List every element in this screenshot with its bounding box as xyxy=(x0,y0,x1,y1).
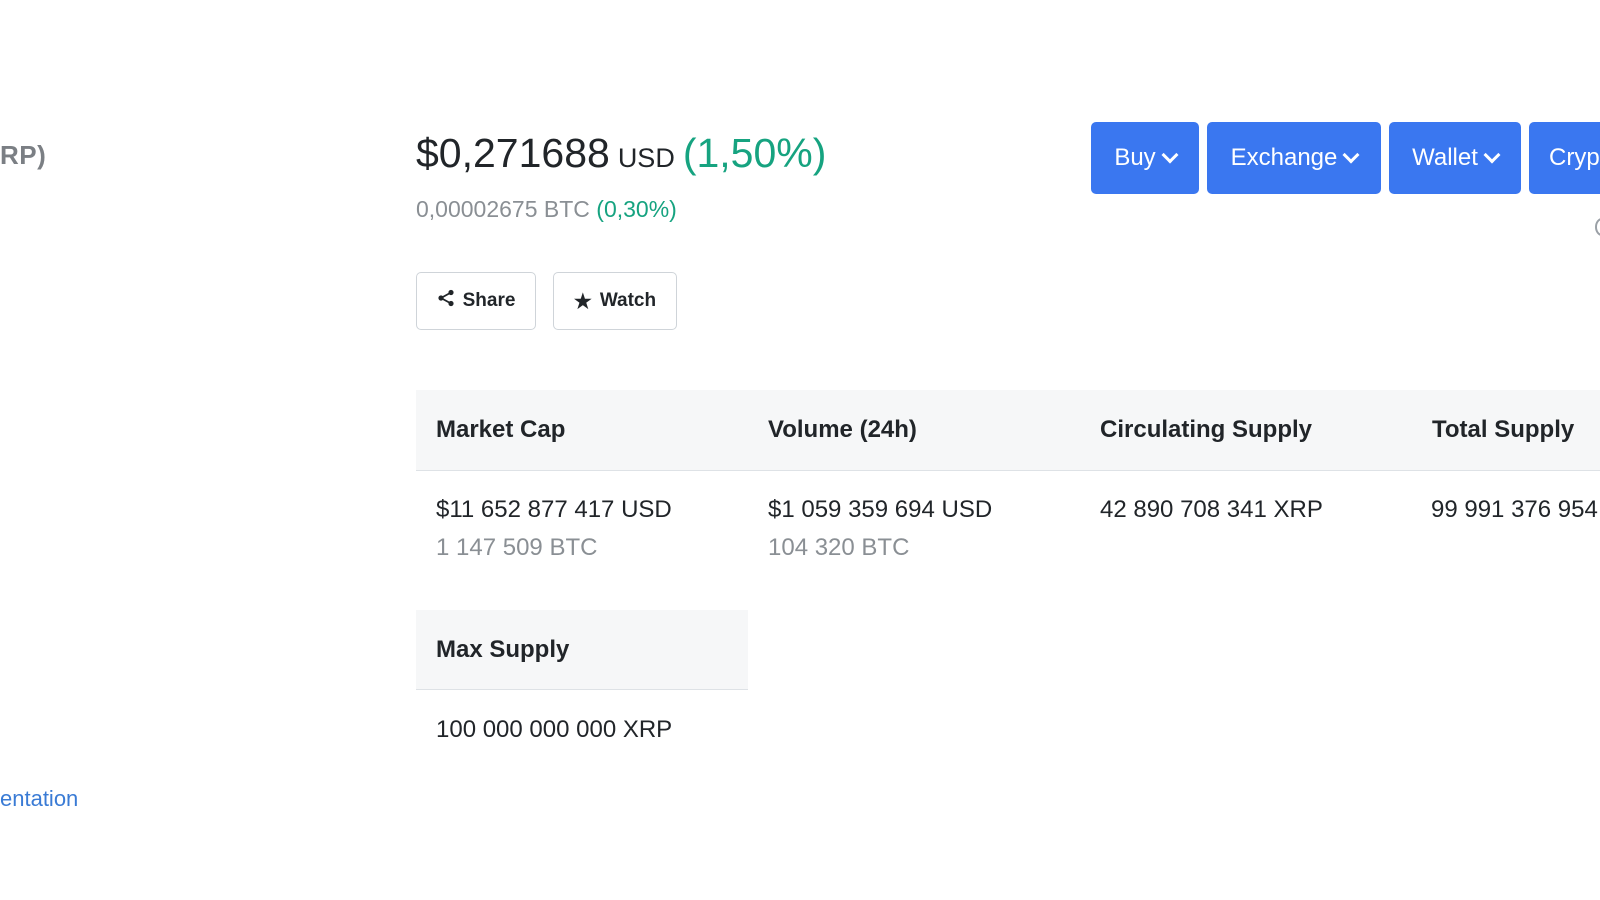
crypto-dropdown-button[interactable]: Crypt xyxy=(1529,122,1600,194)
wallet-label: Wallet xyxy=(1412,144,1478,171)
circulating-supply-header: Circulating Supply xyxy=(1100,416,1313,443)
buy-label: Buy xyxy=(1114,144,1156,171)
watch-label: Watch xyxy=(599,290,657,311)
volume-header: Volume (24h) xyxy=(768,416,917,443)
price-usd: $0,271688 USD (1,50%) xyxy=(416,130,826,177)
price-btc-value: 0,00002675 BTC xyxy=(416,196,590,222)
price-usd-change: (1,50%) xyxy=(682,130,827,176)
max-supply-header: Max Supply xyxy=(416,610,748,690)
market-cap-usd: $11 652 877 417 USD xyxy=(436,496,672,523)
stats-header-row xyxy=(416,390,1600,471)
price-usd-value: $0,271688 xyxy=(416,130,610,176)
price-btc-change: (0,30%) xyxy=(596,196,677,222)
buy-dropdown-button[interactable]: Buy xyxy=(1091,122,1199,194)
wallet-dropdown-button[interactable]: Wallet xyxy=(1389,122,1521,194)
watch-button[interactable]: ★ Watch xyxy=(553,272,677,330)
volume-usd: $1 059 359 694 USD xyxy=(768,496,993,523)
chevron-down-icon xyxy=(1483,146,1501,164)
crypto-label: Crypt xyxy=(1549,144,1600,171)
documentation-link[interactable]: entation xyxy=(0,786,78,812)
circulating-supply-value: 42 890 708 341 XRP xyxy=(1100,496,1323,523)
max-supply-value: 100 000 000 000 XRP xyxy=(436,716,673,743)
market-cap-btc: 1 147 509 BTC xyxy=(436,534,598,561)
market-cap-header: Market Cap xyxy=(436,416,566,443)
share-label: Share xyxy=(462,290,516,311)
exchange-dropdown-button[interactable]: Exchange xyxy=(1207,122,1381,194)
price-usd-currency: USD xyxy=(617,143,675,173)
chevron-down-icon xyxy=(1342,146,1360,164)
total-supply-header: Total Supply xyxy=(1432,416,1575,443)
share-icon xyxy=(437,289,455,313)
info-icon[interactable] xyxy=(1595,218,1600,236)
coin-name-fragment: RP) xyxy=(0,140,47,170)
star-icon: ★ xyxy=(573,290,592,313)
share-button[interactable]: Share xyxy=(416,272,536,330)
volume-btc: 104 320 BTC xyxy=(768,534,910,561)
chevron-down-icon xyxy=(1161,146,1179,164)
total-supply-value: 99 991 376 954 xyxy=(1431,496,1598,523)
exchange-label: Exchange xyxy=(1230,144,1338,171)
price-btc: 0,00002675 BTC (0,30%) xyxy=(416,196,677,223)
